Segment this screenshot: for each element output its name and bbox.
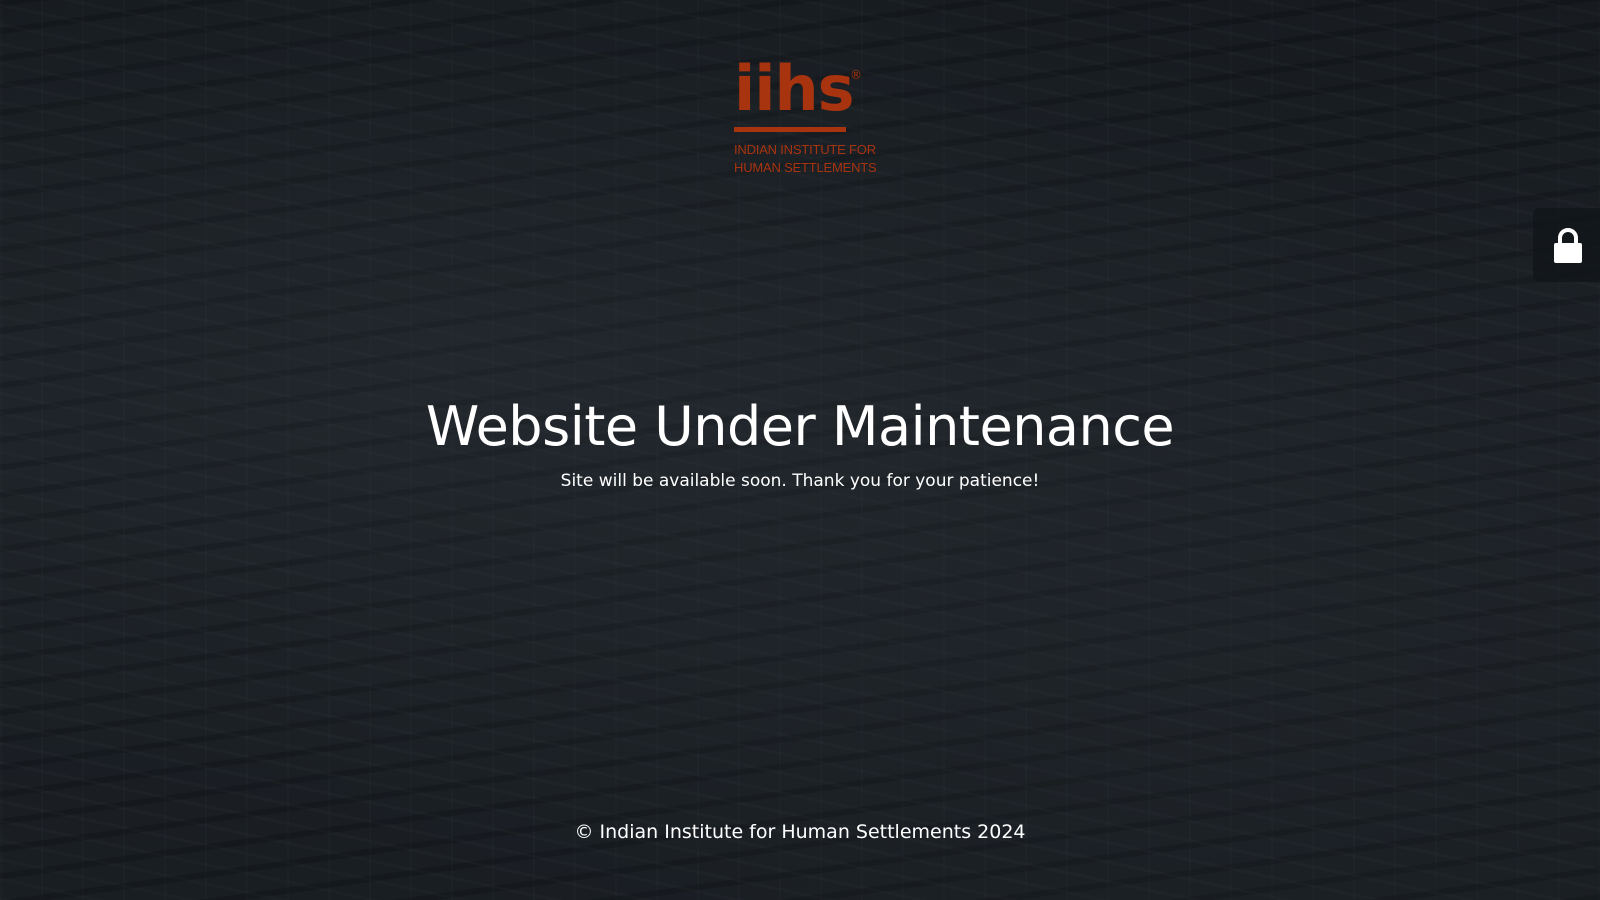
page-subtitle: Site will be available soon. Thank you f…	[560, 471, 1040, 491]
logo-registered-mark: ®	[850, 68, 862, 82]
logo-tagline-line-1: INDIAN INSTITUTE FOR	[734, 142, 876, 157]
lock-icon	[1554, 228, 1582, 263]
footer-copyright: © Indian Institute for Human Settlements…	[574, 821, 1026, 843]
iihs-logo: iihs ® INDIAN INSTITUTE FOR HUMAN SETTLE…	[734, 58, 884, 184]
page-title: Website Under Maintenance	[425, 395, 1175, 458]
logo-wordmark: iihs	[734, 52, 855, 125]
logo-underline	[734, 127, 846, 132]
logo-tagline-line-2: HUMAN SETTLEMENTS	[734, 160, 877, 175]
login-button[interactable]	[1533, 208, 1600, 282]
